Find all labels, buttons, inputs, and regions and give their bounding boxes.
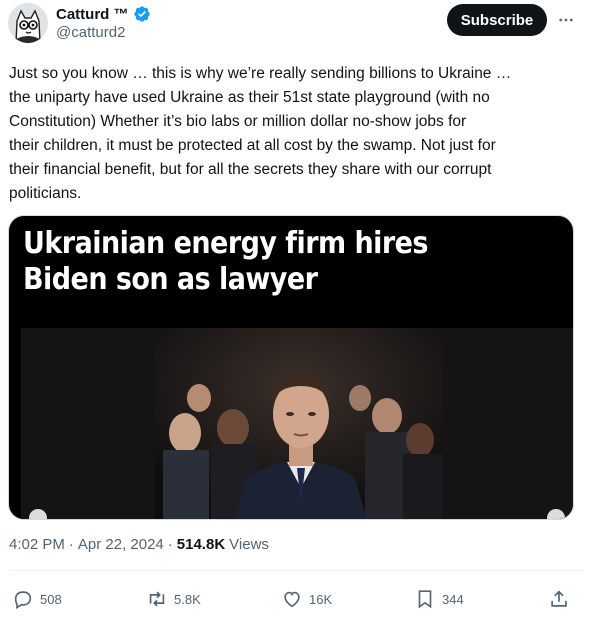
author-name-row[interactable]: Catturd ™ (56, 4, 151, 24)
tweet-meta: 4:02 PM · Apr 22, 2024 · 514.8K Views (9, 536, 269, 553)
reply-count: 508 (40, 591, 62, 607)
views-label: Views (229, 536, 269, 553)
tweet-time[interactable]: 4:02 PM (9, 536, 65, 553)
meta-separator: · (68, 536, 74, 553)
author-handle[interactable]: @catturd2 (56, 24, 125, 41)
bookmark-count: 344 (442, 591, 464, 607)
share-button[interactable] (548, 584, 570, 614)
meta-separator: · (167, 536, 173, 553)
tweet-date[interactable]: Apr 22, 2024 (78, 536, 164, 553)
media-photo[interactable] (155, 328, 443, 519)
cat-avatar-icon (8, 3, 48, 43)
action-bar: 508 5.8K 16K 344 (0, 584, 597, 614)
bookmark-button[interactable]: 344 (414, 584, 464, 614)
more-dots-icon (559, 18, 573, 22)
author-name[interactable]: Catturd ™ (56, 6, 129, 23)
tweet-text: Just so you know … this is why we’re rea… (9, 65, 512, 202)
bookmark-icon (418, 590, 432, 609)
share-icon (551, 590, 567, 607)
views-count[interactable]: 514.8K (177, 536, 225, 553)
more-button[interactable] (554, 8, 578, 32)
tweet-media[interactable]: Ukrainian energy firm hires Biden son as… (8, 215, 574, 520)
reply-icon (14, 591, 32, 610)
media-headline: Ukrainian energy firm hires Biden son as… (23, 226, 428, 297)
like-count: 16K (309, 591, 333, 607)
tweet-header: Catturd ™ @catturd2 Subscribe (0, 0, 597, 52)
avatar[interactable] (8, 3, 48, 43)
repost-icon (149, 591, 165, 607)
subscribe-button[interactable]: Subscribe (447, 4, 547, 36)
press-photo-image (155, 328, 443, 519)
media-prev-indicator[interactable] (29, 509, 47, 519)
reply-button[interactable]: 508 (12, 584, 62, 614)
like-button[interactable]: 16K (281, 584, 332, 614)
heart-icon (284, 591, 300, 608)
media-next-indicator[interactable] (547, 509, 565, 519)
verified-badge-icon[interactable] (133, 5, 151, 23)
divider (9, 570, 584, 571)
repost-count: 5.8K (174, 591, 201, 607)
repost-button[interactable]: 5.8K (146, 584, 201, 614)
